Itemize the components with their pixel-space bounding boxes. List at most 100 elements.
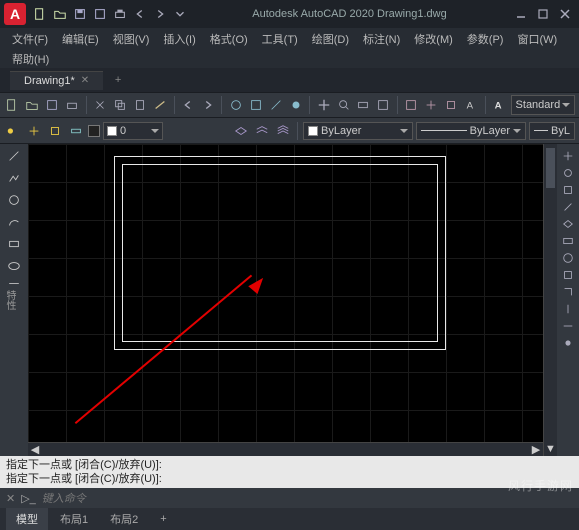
nav-tool-icon[interactable]	[559, 318, 577, 334]
polyline-tool-icon[interactable]	[3, 168, 25, 188]
tool-icon[interactable]	[4, 96, 21, 114]
drawing-canvas[interactable]: ◀ ▶	[28, 144, 543, 456]
nav-tool-icon[interactable]	[559, 165, 577, 181]
menu-help[interactable]: 帮助(H)	[6, 49, 55, 69]
tool-icon[interactable]	[287, 96, 304, 114]
quick-access-toolbar	[32, 6, 188, 22]
tool-icon[interactable]	[423, 96, 440, 114]
match-icon[interactable]	[152, 96, 169, 114]
tool-icon[interactable]	[375, 96, 392, 114]
nav-tool-icon[interactable]	[559, 301, 577, 317]
menu-format[interactable]: 格式(O)	[204, 29, 254, 49]
layer-tool-icon[interactable]	[46, 122, 64, 140]
tool-icon[interactable]: A	[463, 96, 480, 114]
nav-tool-icon[interactable]	[559, 284, 577, 300]
close-cmdline-icon[interactable]: ✕	[6, 492, 15, 505]
vertical-scrollbar[interactable]: ▼	[543, 144, 557, 456]
redo-icon[interactable]	[199, 96, 216, 114]
layer-tool-icon[interactable]	[4, 122, 22, 140]
linetype-bylayer-dropdown[interactable]: ByLayer	[416, 122, 526, 140]
layer-prop-icon[interactable]	[274, 122, 292, 140]
separator	[86, 96, 87, 114]
file-tab-label: Drawing1*	[24, 75, 75, 87]
nav-tool-icon[interactable]	[559, 233, 577, 249]
tool-icon[interactable]	[227, 96, 244, 114]
menu-file[interactable]: 文件(F)	[6, 29, 54, 49]
app-logo: A	[4, 3, 26, 25]
redo-icon[interactable]	[152, 6, 168, 22]
menu-insert[interactable]: 插入(I)	[157, 29, 201, 49]
menu-modify[interactable]: 修改(M)	[408, 29, 459, 49]
nav-tool-icon[interactable]	[559, 250, 577, 266]
tool-icon[interactable]	[355, 96, 372, 114]
menu-bar-2: 帮助(H)	[0, 50, 579, 68]
menu-tools[interactable]: 工具(T)	[256, 29, 304, 49]
layer-tool-icon[interactable]	[67, 122, 85, 140]
nav-tool-icon[interactable]	[559, 267, 577, 283]
tool-icon[interactable]	[443, 96, 460, 114]
scroll-down-icon[interactable]: ▼	[544, 442, 557, 456]
tab-layout2[interactable]: 布局2	[100, 508, 148, 530]
new-icon[interactable]	[32, 6, 48, 22]
menu-view[interactable]: 视图(V)	[107, 29, 156, 49]
rect-tool-icon[interactable]	[3, 234, 25, 254]
arc-tool-icon[interactable]	[3, 212, 25, 232]
zoom-icon[interactable]	[335, 96, 352, 114]
tool-icon[interactable]	[24, 96, 41, 114]
paste-icon[interactable]	[132, 96, 149, 114]
menu-param[interactable]: 参数(P)	[461, 29, 510, 49]
scroll-left-icon[interactable]: ◀	[28, 443, 42, 457]
menu-dimension[interactable]: 标注(N)	[357, 29, 406, 49]
close-button[interactable]	[555, 5, 575, 23]
pan-icon[interactable]	[315, 96, 332, 114]
minimize-button[interactable]	[511, 5, 531, 23]
tab-model[interactable]: 模型	[6, 508, 48, 530]
undo-icon[interactable]	[180, 96, 197, 114]
print-icon[interactable]	[112, 6, 128, 22]
tool-icon[interactable]	[44, 96, 61, 114]
scroll-thumb[interactable]	[546, 148, 555, 188]
tool-icon[interactable]	[64, 96, 81, 114]
file-tab[interactable]: Drawing1* ✕	[10, 71, 103, 90]
tool-icon[interactable]	[267, 96, 284, 114]
tab-layout1[interactable]: 布局1	[50, 508, 98, 530]
visibility-checkbox[interactable]	[88, 125, 100, 137]
layer-dropdown[interactable]: 0	[103, 122, 163, 140]
menu-bar: 文件(F) 编辑(E) 视图(V) 插入(I) 格式(O) 工具(T) 绘图(D…	[0, 28, 579, 50]
circle-tool-icon[interactable]	[3, 190, 25, 210]
close-tab-icon[interactable]: ✕	[81, 75, 89, 86]
add-layout-button[interactable]: +	[150, 510, 176, 528]
tool-icon[interactable]	[403, 96, 420, 114]
scroll-right-icon[interactable]: ▶	[529, 443, 543, 457]
text-icon[interactable]: A	[491, 96, 508, 114]
maximize-button[interactable]	[533, 5, 553, 23]
nav-tool-icon[interactable]	[559, 182, 577, 198]
command-input-bar[interactable]: ✕ ▷_ 键入命令	[0, 488, 579, 508]
properties-panel-label[interactable]: 特性	[0, 284, 19, 316]
open-icon[interactable]	[52, 6, 68, 22]
copy-icon[interactable]	[112, 96, 129, 114]
lineweight-bylayer-dropdown[interactable]: ByL	[529, 122, 575, 140]
horizontal-scrollbar[interactable]: ◀ ▶	[28, 442, 543, 456]
color-bylayer-dropdown[interactable]: ByLayer	[303, 122, 413, 140]
undo-icon[interactable]	[132, 6, 148, 22]
dropdown-icon[interactable]	[172, 6, 188, 22]
nav-tool-icon[interactable]	[559, 216, 577, 232]
layer-prop-icon[interactable]	[232, 122, 250, 140]
tool-icon[interactable]	[247, 96, 264, 114]
menu-window[interactable]: 窗口(W)	[511, 29, 563, 49]
nav-tool-icon[interactable]	[559, 335, 577, 351]
ellipse-tool-icon[interactable]	[3, 256, 25, 276]
saveas-icon[interactable]	[92, 6, 108, 22]
layer-prop-icon[interactable]	[253, 122, 271, 140]
new-tab-button[interactable]: +	[107, 70, 129, 90]
line-tool-icon[interactable]	[3, 146, 25, 166]
cut-icon[interactable]	[92, 96, 109, 114]
layer-tool-icon[interactable]	[25, 122, 43, 140]
menu-edit[interactable]: 编辑(E)	[56, 29, 105, 49]
nav-tool-icon[interactable]	[559, 199, 577, 215]
text-style-dropdown[interactable]: Standard	[511, 95, 576, 115]
menu-draw[interactable]: 绘图(D)	[306, 29, 355, 49]
nav-tool-icon[interactable]	[559, 148, 577, 164]
save-icon[interactable]	[72, 6, 88, 22]
